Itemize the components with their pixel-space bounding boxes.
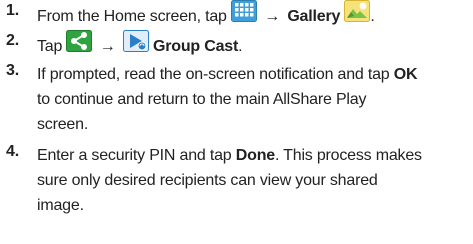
step-body: Enter a security PIN and tap Done. This … (37, 143, 469, 218)
step-number: 4. (6, 143, 19, 160)
step-body: Tap → Group Cast. (37, 30, 469, 60)
step-text: Tap (37, 38, 63, 56)
gallery-label: Gallery (287, 8, 341, 26)
gallery-icon (344, 0, 371, 30)
step-number: 1. (6, 2, 19, 19)
apps-grid-icon (231, 0, 257, 30)
step-line: image. (37, 197, 84, 214)
instructions-page: 1. From the Home screen, tap → Gallery .… (0, 0, 473, 244)
step-line: to continue and return to the main AllSh… (37, 91, 367, 108)
step-body: From the Home screen, tap → Gallery . (37, 0, 469, 30)
step-number: 2. (6, 32, 19, 49)
step-line: sure only desired recipients can view yo… (37, 172, 378, 189)
step-text: Enter a security PIN and tap (37, 147, 232, 164)
period: . (370, 8, 375, 26)
ok-label: OK (393, 66, 418, 83)
period: . (238, 38, 243, 56)
step-line: From the Home screen, tap → Gallery . (37, 0, 469, 30)
done-label: Done (235, 147, 275, 164)
arrow: → (264, 8, 281, 26)
step-text: From the Home screen, tap (37, 8, 227, 26)
step-line: Tap → Group Cast. (37, 30, 469, 60)
step-line: screen. (37, 116, 89, 133)
step-text: . This process makes (274, 147, 422, 164)
group-cast-icon (122, 30, 149, 60)
step-number: 3. (6, 62, 19, 79)
group-cast-label: Group Cast (153, 38, 239, 56)
arrow: → (99, 38, 116, 56)
step-text: If prompted, read the on-screen notifica… (37, 66, 390, 83)
step-line: Enter a security PIN and tap Done. This … (37, 143, 469, 168)
share-icon (66, 30, 93, 60)
step-body: If prompted, read the on-screen notifica… (37, 62, 469, 137)
step-line: If prompted, read the on-screen notifica… (37, 62, 469, 87)
